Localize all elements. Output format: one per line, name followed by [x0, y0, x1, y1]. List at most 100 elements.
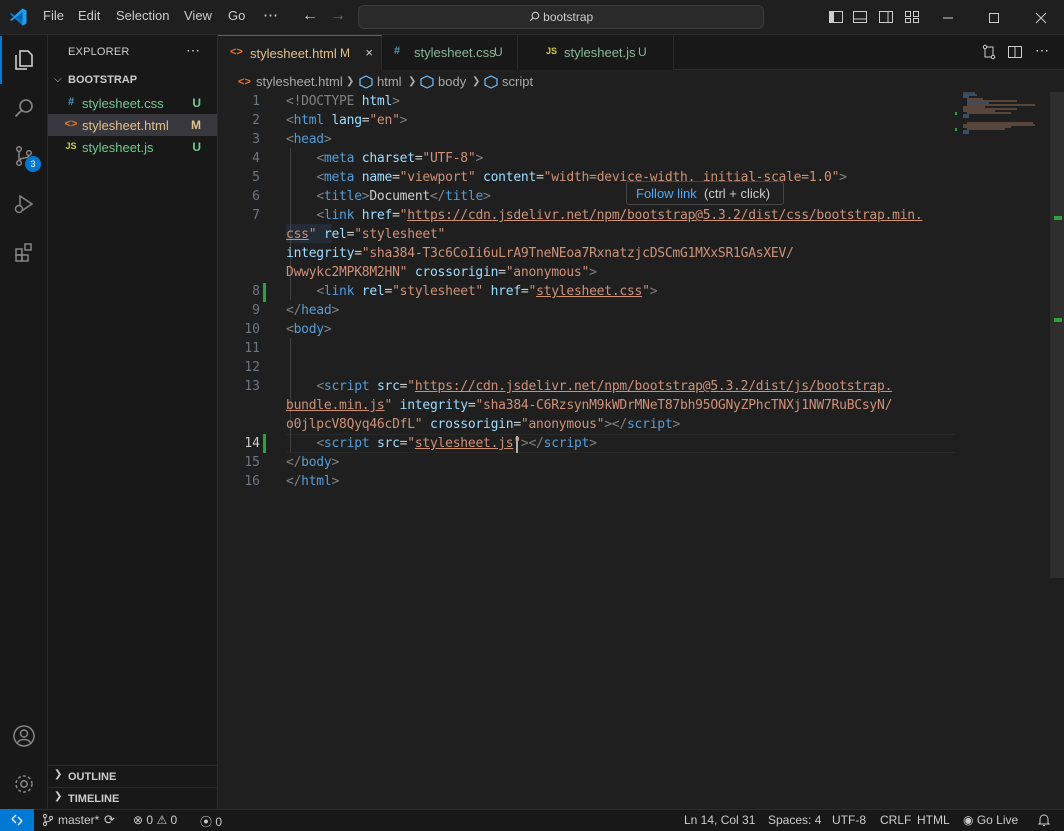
line-number: 1: [252, 94, 260, 109]
bootstrap-css-link[interactable]: https://cdn.jsdelivr.net/npm/bootstrap@5…: [407, 208, 922, 223]
settings-gear-icon[interactable]: [0, 760, 48, 808]
git-branch-label[interactable]: master*: [58, 813, 99, 827]
command-center-search[interactable]: bootstrap: [358, 5, 764, 29]
file-item-html[interactable]: <> stylesheet.html M: [48, 114, 217, 136]
breadcrumb-script[interactable]: script: [502, 74, 533, 89]
tab-label: stylesheet.css: [414, 45, 496, 60]
stylesheet-css-link[interactable]: stylesheet.css: [536, 284, 642, 299]
code-line: <html lang="en">: [286, 113, 408, 128]
line-ending[interactable]: CRLF: [880, 813, 911, 827]
breadcrumb-html[interactable]: html: [377, 74, 402, 89]
code-line: <title>Document</title>: [316, 189, 491, 204]
accounts-icon[interactable]: [0, 712, 48, 760]
warning-icon: ⚠: [156, 813, 168, 827]
outline-label: OUTLINE: [68, 771, 117, 783]
split-editor-icon[interactable]: [1007, 44, 1023, 60]
source-control-icon[interactable]: [0, 132, 48, 180]
vscode-logo-icon: [10, 8, 27, 26]
sync-icon[interactable]: ⟳: [104, 812, 115, 828]
stylesheet-js-link[interactable]: stylesheet.js: [415, 436, 514, 451]
menu-edit[interactable]: Edit: [78, 8, 100, 23]
menu-more-icon[interactable]: ⋯: [263, 6, 278, 24]
open-changes-icon[interactable]: [981, 44, 997, 60]
follow-link[interactable]: Follow link: [636, 186, 697, 201]
bootstrap-css-link[interactable]: css: [286, 227, 309, 242]
editor-more-icon[interactable]: ⋯: [1035, 42, 1049, 59]
untracked-badge: U: [638, 45, 647, 59]
language-mode[interactable]: HTML: [917, 813, 950, 827]
follow-link-shortcut: (ctrl + click): [704, 186, 771, 201]
menu-file[interactable]: File: [43, 8, 64, 23]
bootstrap-js-link[interactable]: bundle.min.js: [286, 398, 385, 413]
untracked-badge: U: [192, 140, 201, 154]
extensions-icon[interactable]: [0, 228, 48, 276]
remote-indicator-button[interactable]: [0, 809, 34, 831]
untracked-badge: U: [494, 45, 503, 59]
explorer-title: EXPLORER: [68, 46, 130, 58]
ports-count: 0: [215, 815, 223, 829]
breadcrumb-body[interactable]: body: [438, 74, 466, 89]
maximize-icon: [989, 12, 999, 23]
menu-go[interactable]: Go: [228, 8, 245, 23]
forward-arrow-icon[interactable]: →: [328, 6, 348, 26]
bootstrap-js-link[interactable]: https://cdn.jsdelivr.net/npm/bootstrap@5…: [415, 379, 893, 394]
code-line: o0jlpcV8Qyq46cDfL" crossorigin="anonymou…: [286, 417, 681, 432]
html-file-icon: <>: [230, 46, 243, 58]
warning-count: 0: [170, 813, 178, 827]
encoding[interactable]: UTF-8: [832, 813, 866, 827]
code-line: Dwwykc2MPK8M2HN" crossorigin="anonymous"…: [286, 265, 597, 280]
cursor-position[interactable]: Ln 14, Col 31: [684, 813, 755, 827]
explorer-icon[interactable]: [0, 36, 48, 84]
indentation[interactable]: Spaces: 4: [768, 813, 821, 827]
explorer-more-icon[interactable]: ⋯: [186, 42, 200, 59]
breadcrumb-file[interactable]: stylesheet.html: [256, 74, 343, 89]
close-tab-icon[interactable]: ×: [365, 45, 373, 60]
outline-section[interactable]: ❯ OUTLINE: [48, 765, 218, 787]
line-number: 9: [252, 303, 260, 318]
close-window-button[interactable]: [1018, 0, 1064, 35]
chevron-right-icon: ❯: [472, 76, 481, 87]
toggle-panel-icon[interactable]: [852, 9, 868, 25]
go-live-button[interactable]: ◉ Go Live: [963, 813, 1018, 827]
notifications-bell-icon[interactable]: [1037, 813, 1051, 827]
file-item-js[interactable]: JS stylesheet.js U: [48, 136, 217, 158]
menu-selection[interactable]: Selection: [116, 8, 169, 23]
tab-stylesheet-js[interactable]: JS stylesheet.js U: [518, 35, 674, 70]
file-item-css[interactable]: # stylesheet.css U: [48, 92, 217, 114]
menu-view[interactable]: View: [184, 8, 212, 23]
search-icon: [529, 11, 540, 22]
minimize-button[interactable]: [925, 0, 971, 35]
ports-indicator[interactable]: ⦿ 0: [200, 813, 222, 830]
broadcast-icon: ◉: [963, 813, 974, 827]
code-line: <script src="stylesheet.js"></script>: [316, 436, 597, 451]
error-icon: ⊗: [133, 813, 144, 827]
vertical-scrollbar[interactable]: [1050, 92, 1064, 578]
line-number: 3: [252, 132, 260, 147]
search-icon[interactable]: [0, 84, 48, 132]
run-and-debug-icon[interactable]: [0, 180, 48, 228]
tab-stylesheet-css[interactable]: # stylesheet.css U: [382, 35, 518, 70]
symbol-element-icon: [484, 75, 498, 89]
timeline-section[interactable]: ❯ TIMELINE: [48, 787, 218, 809]
chevron-right-icon: ❯: [408, 76, 417, 87]
modified-badge: M: [191, 118, 201, 132]
minimap[interactable]: [955, 92, 1050, 152]
toggle-secondary-sidebar-icon[interactable]: [878, 9, 894, 25]
code-line: <link href="https://cdn.jsdelivr.net/npm…: [316, 208, 923, 223]
line-number-current: 14: [244, 436, 260, 451]
back-arrow-icon[interactable]: ←: [300, 6, 320, 26]
gutter-modified-marker: [263, 283, 266, 302]
code-line: </body>: [286, 455, 340, 470]
html-file-icon: <>: [238, 76, 251, 88]
code-line: <script src="https://cdn.jsdelivr.net/np…: [316, 379, 893, 394]
problems-indicator[interactable]: ⊗ 0 ⚠ 0: [133, 813, 177, 827]
gutter-modified-marker: [263, 434, 266, 453]
tab-stylesheet-html[interactable]: <> stylesheet.html M ×: [218, 35, 382, 70]
remote-icon: [11, 814, 23, 826]
maximize-button[interactable]: [971, 0, 1017, 35]
toggle-primary-sidebar-icon[interactable]: [828, 9, 844, 25]
customize-layout-icon[interactable]: [904, 9, 920, 25]
code-line: <meta charset="UTF-8">: [316, 151, 484, 166]
indent-guide: [290, 338, 291, 452]
code-line: </html>: [286, 474, 340, 489]
